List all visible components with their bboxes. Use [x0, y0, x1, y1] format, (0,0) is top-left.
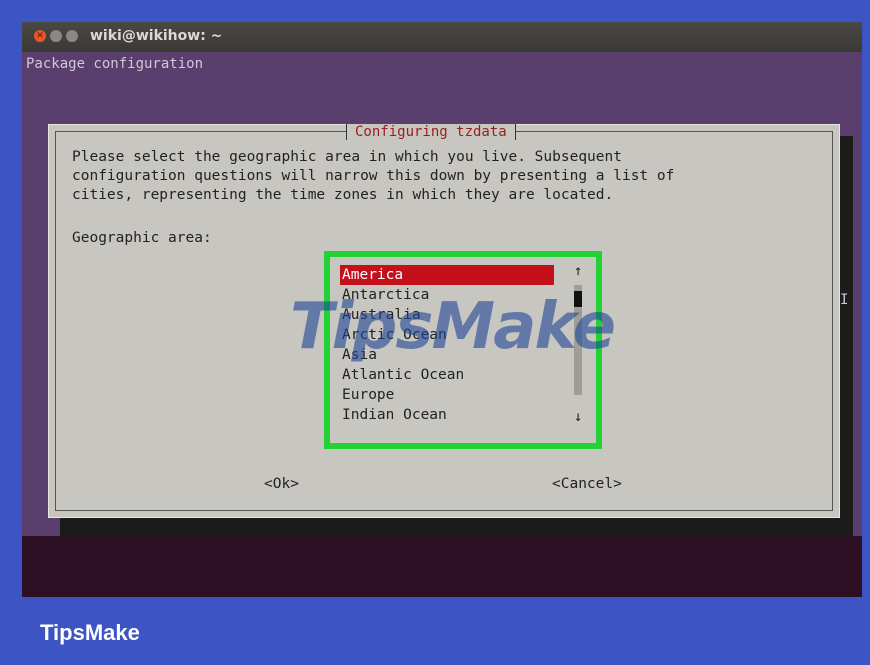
list-item-america[interactable]: America — [340, 265, 554, 285]
dialog-description: Please select the geographic area in whi… — [72, 149, 675, 203]
ok-button[interactable]: <Ok> — [264, 476, 299, 492]
window-titlebar[interactable]: ✕ wiki@wikihow: ~ — [22, 22, 862, 53]
minimize-icon[interactable] — [50, 30, 62, 42]
maximize-icon[interactable] — [66, 30, 78, 42]
brand-label: TipsMake — [40, 620, 140, 645]
scroll-down-arrow-icon[interactable]: ↓ — [574, 409, 582, 425]
list-item-indian-ocean[interactable]: Indian Ocean — [340, 405, 554, 425]
text-cursor-icon: I — [840, 292, 849, 308]
dialog-title: Configuring tzdata — [346, 124, 516, 140]
scroll-up-arrow-icon[interactable]: ↑ — [574, 263, 582, 279]
watermark-logo: TipsMake — [290, 290, 616, 364]
geographic-area-label: Geographic area: — [72, 230, 212, 246]
package-config-header: Package configuration — [26, 56, 204, 72]
list-item-europe[interactable]: Europe — [340, 385, 554, 405]
close-icon[interactable]: ✕ — [34, 30, 46, 42]
window-title: wiki@wikihow: ~ — [90, 28, 223, 44]
cancel-button[interactable]: <Cancel> — [552, 476, 622, 492]
